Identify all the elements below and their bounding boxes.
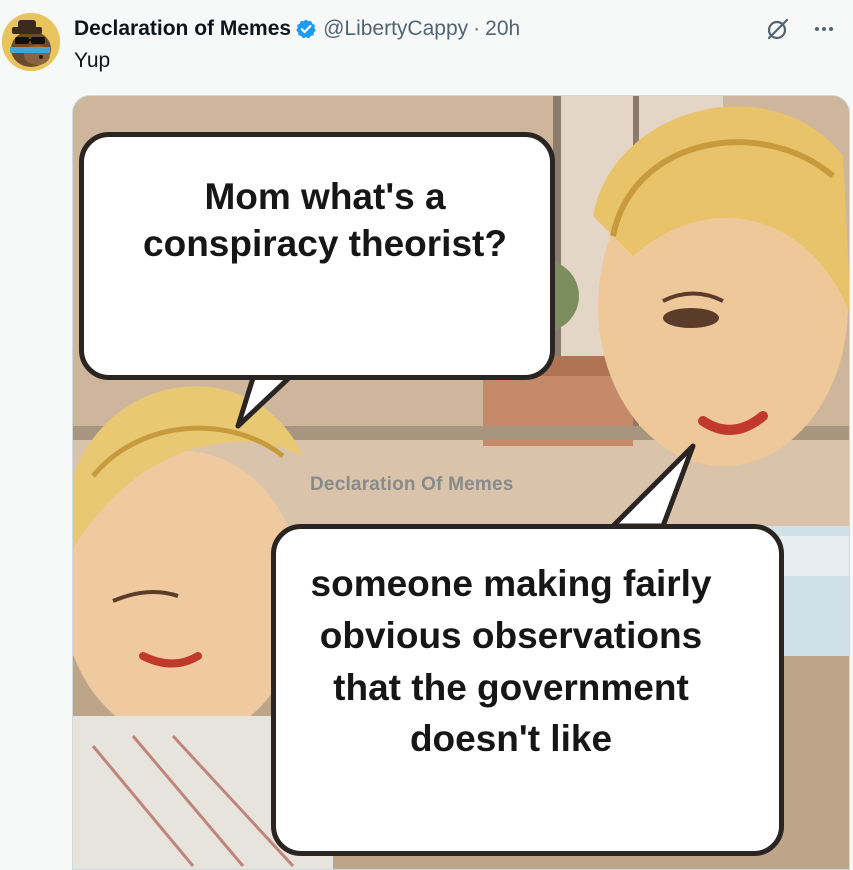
- bubble-top-text: Mom what's a conspiracy theorist?: [143, 176, 507, 265]
- meme-watermark: Declaration Of Memes: [310, 474, 514, 495]
- author-handle[interactable]: @LibertyCappy: [323, 17, 468, 41]
- verified-badge-icon[interactable]: [295, 18, 317, 40]
- grok-icon: [767, 18, 789, 40]
- more-options-button[interactable]: [809, 14, 839, 44]
- grok-button[interactable]: [763, 14, 793, 44]
- header-separator: ·: [473, 17, 481, 40]
- author-avatar[interactable]: [2, 13, 60, 71]
- header-actions: [763, 14, 839, 44]
- bubble-bottom-text: someone making fairly obvious observatio…: [310, 563, 712, 760]
- tweet: Declaration of Memes @LibertyCappy · 20h: [0, 0, 853, 870]
- tweet-media-image[interactable]: Mom what's a conspiracy theorist? someon…: [72, 95, 850, 870]
- capybara-icon: [2, 13, 60, 71]
- more-icon: [815, 27, 833, 31]
- tweet-text: Yup: [74, 49, 111, 72]
- timestamp[interactable]: 20h: [485, 17, 520, 41]
- author-display-name[interactable]: Declaration of Memes: [74, 17, 291, 41]
- tweet-header: Declaration of Memes @LibertyCappy · 20h: [74, 16, 520, 42]
